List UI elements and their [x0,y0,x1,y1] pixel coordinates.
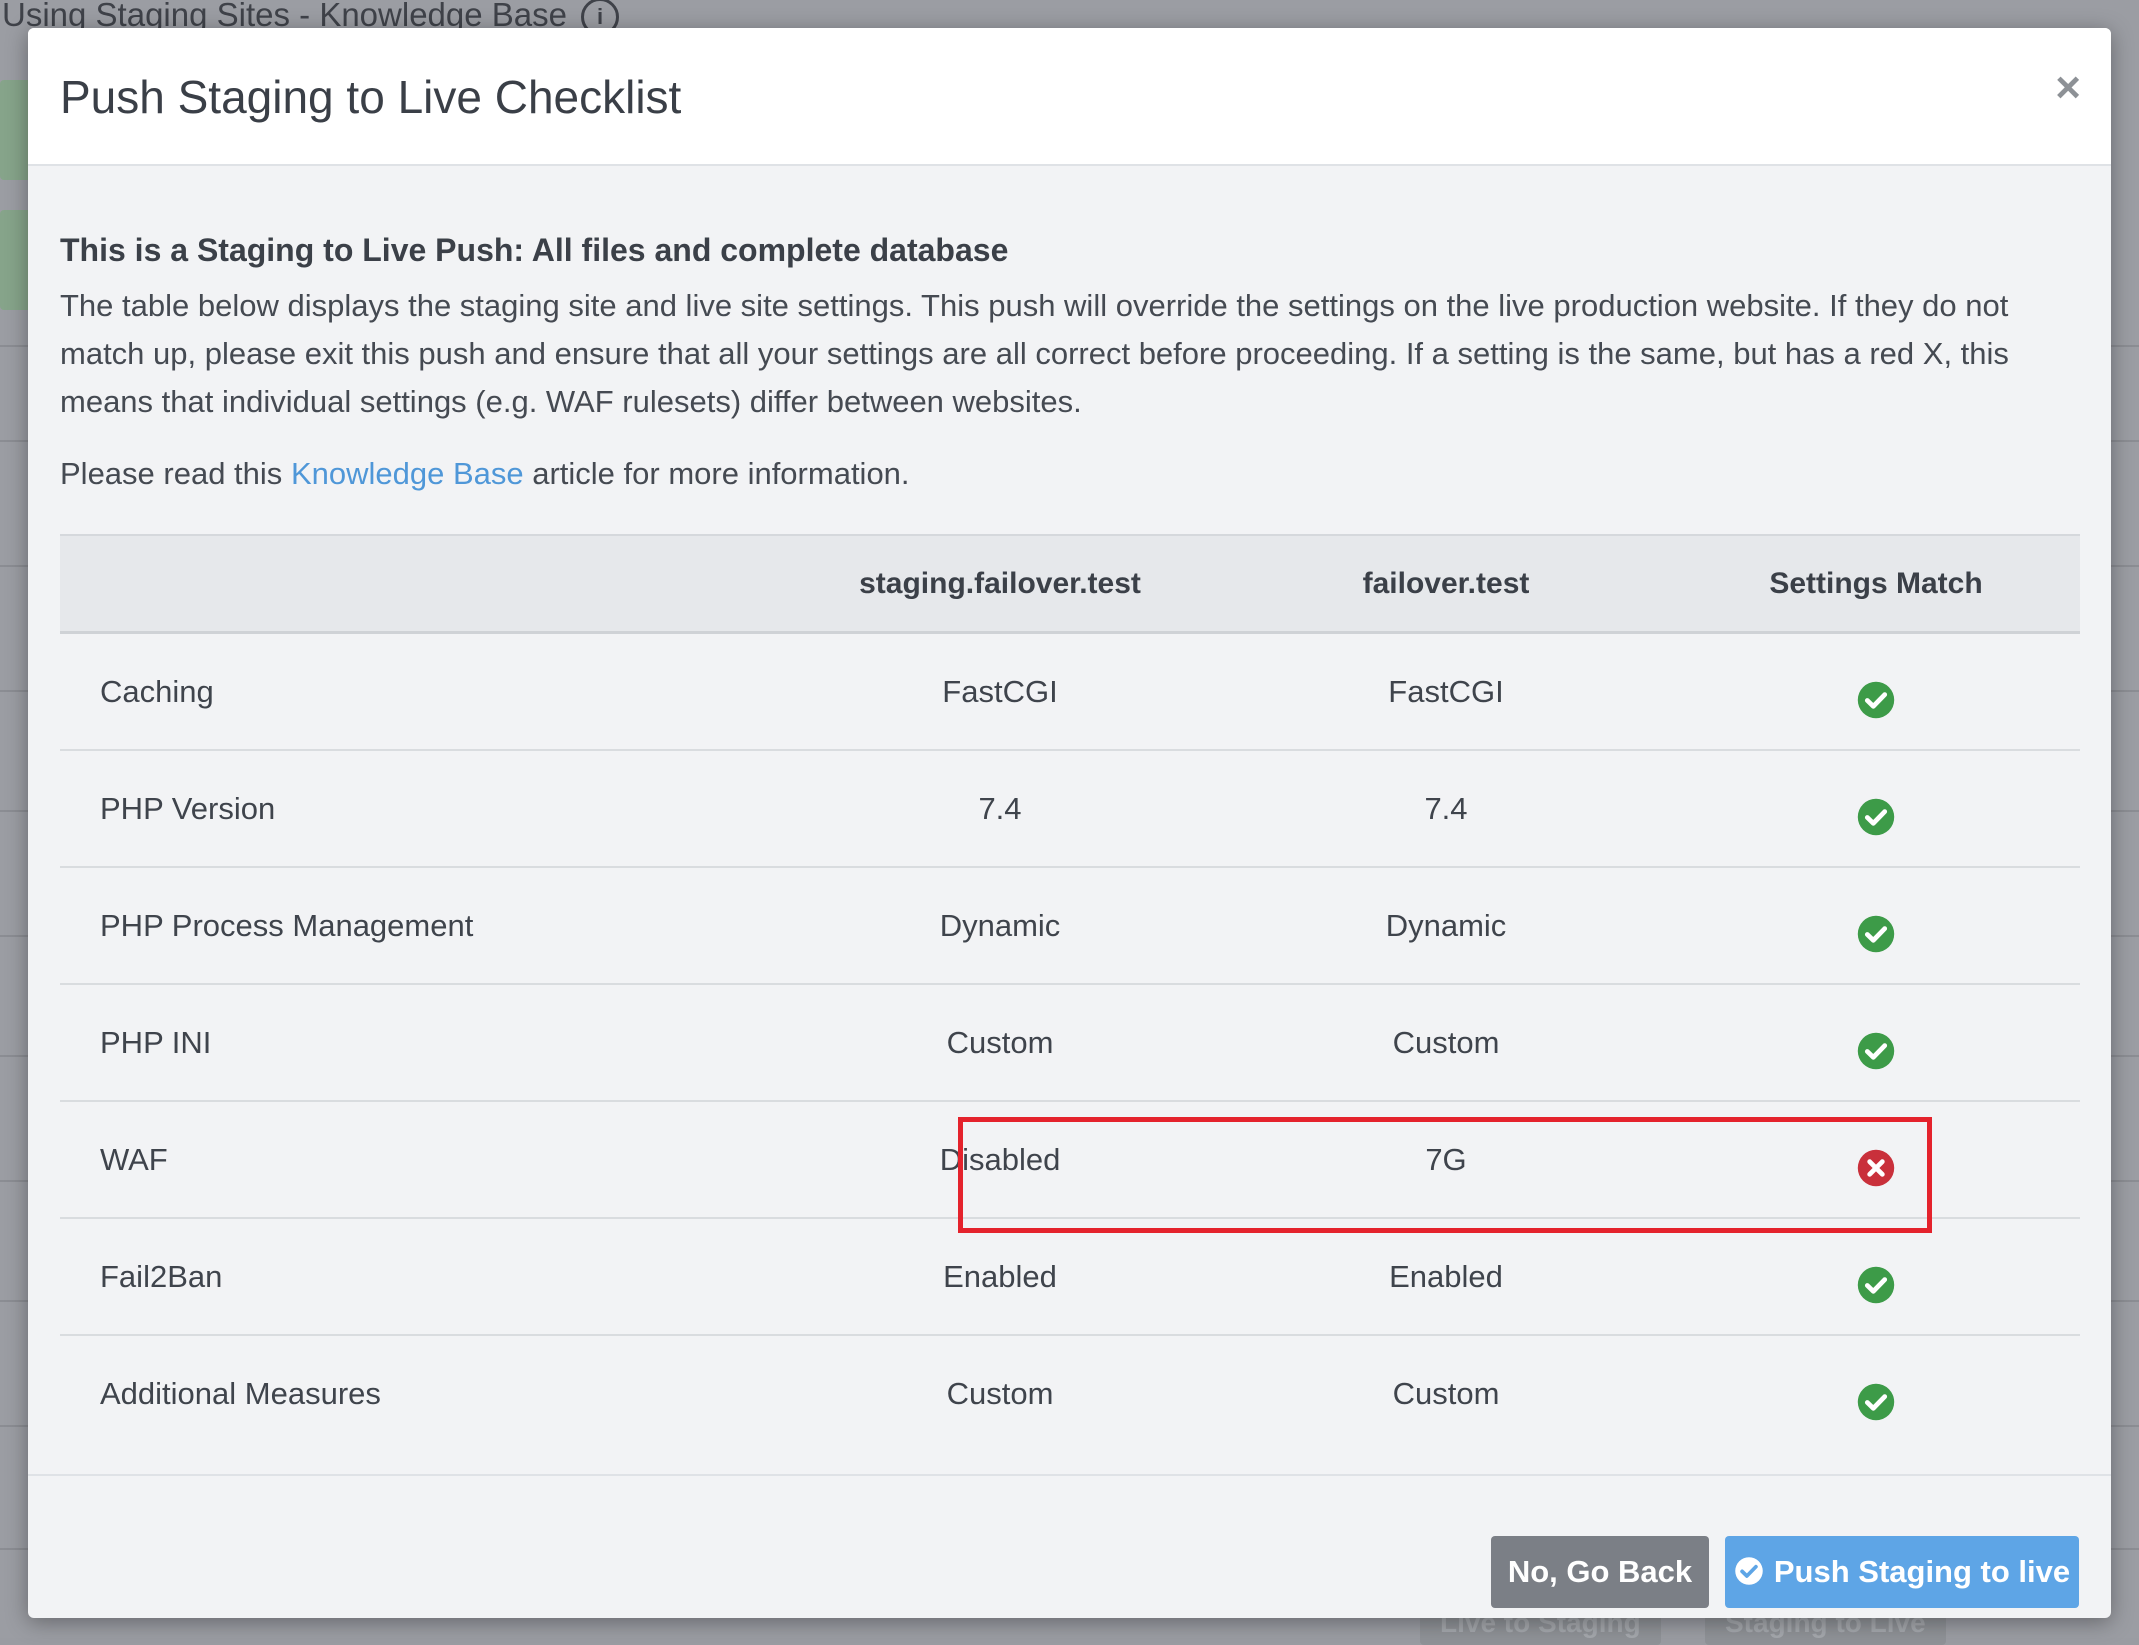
settings-match-cell [1672,750,2080,868]
staging-value-cell: Disabled [780,1101,1220,1219]
table-row: PHP Version 7.4 7.4 [60,750,2080,868]
setting-name-cell: WAF [60,1101,780,1219]
settings-match-cell [1672,1101,2080,1219]
modal-title: Push Staging to Live Checklist [60,71,682,123]
live-value-cell: FastCGI [1220,632,1672,751]
modal-footer: No, Go Back Push Staging to live [28,1474,2111,1618]
check-circle-icon [1857,1266,1895,1304]
settings-match-cell [1672,1218,2080,1336]
settings-table: staging.failover.test failover.test Sett… [60,534,2080,1451]
staging-value-cell: Custom [946,1375,1054,1411]
staging-value-cell: Dynamic [780,867,1220,985]
close-button[interactable]: × [2055,66,2081,110]
setting-name-cell: PHP Process Management [60,867,780,985]
setting-name-cell: Additional Measures [100,1375,381,1411]
live-value-cell: Custom [1220,984,1672,1102]
settings-table-wrapper: staging.failover.test failover.test Sett… [60,534,2080,1451]
setting-name-cell: Fail2Ban [60,1218,780,1336]
check-circle-icon [1857,798,1895,836]
read-more-prefix: Please read this [60,456,283,491]
x-circle-icon [1857,1149,1895,1187]
live-value-cell: Custom [1392,1375,1500,1411]
staging-value-cell: Custom [780,984,1220,1102]
live-value-cell: Enabled [1220,1218,1672,1336]
modal-description: The table below displays the staging sit… [60,288,2009,419]
table-row: Additional Measures Custom Custom [60,1335,2080,1451]
live-value-cell: 7.4 [1220,750,1672,868]
staging-value-cell: 7.4 [780,750,1220,868]
check-circle-icon [1857,681,1895,719]
check-circle-icon [1857,1383,1895,1421]
read-more-text: Please read this Knowledge Base article … [60,456,910,492]
table-row: WAF Disabled 7G [60,1101,2080,1219]
table-row: Caching FastCGI FastCGI [60,632,2080,751]
push-button-label: Push Staging to live [1773,1554,2071,1589]
table-row: PHP Process Management Dynamic Dynamic [60,867,2080,985]
column-header-staging: staging.failover.test [780,534,1220,634]
modal-header: Push Staging to Live Checklist × [28,28,2111,166]
setting-name-cell: PHP Version [60,750,780,868]
go-back-button[interactable]: No, Go Back [1491,1536,1709,1608]
staging-value-cell: Enabled [780,1218,1220,1336]
check-circle-icon [1857,1032,1895,1070]
setting-name-cell: PHP INI [60,984,780,1102]
column-header-settings-match: Settings Match [1672,534,2080,634]
push-checklist-modal: Push Staging to Live Checklist × This is… [28,28,2111,1618]
settings-match-cell [1672,1335,2080,1451]
column-header-setting [60,534,780,634]
read-more-suffix: article for more information. [532,456,910,491]
check-circle-icon [1857,915,1895,953]
go-back-button-label: No, Go Back [1507,1554,1693,1589]
push-staging-to-live-button[interactable]: Push Staging to live [1725,1536,2079,1608]
column-header-live: failover.test [1220,534,1672,634]
settings-match-cell [1672,632,2080,751]
knowledge-base-link[interactable]: Knowledge Base [291,456,524,491]
settings-match-cell [1672,867,2080,985]
check-circle-icon [1735,1557,1763,1585]
table-header-row: staging.failover.test failover.test Sett… [60,534,2080,634]
live-value-cell: Dynamic [1220,867,1672,985]
table-row: Fail2Ban Enabled Enabled [60,1218,2080,1336]
live-value-cell: 7G [1220,1101,1672,1219]
setting-name-cell: Caching [60,632,780,751]
table-row: PHP INI Custom Custom [60,984,2080,1102]
settings-match-cell [1672,984,2080,1102]
staging-value-cell: FastCGI [780,632,1220,751]
modal-subtitle: This is a Staging to Live Push: All file… [60,232,1009,268]
